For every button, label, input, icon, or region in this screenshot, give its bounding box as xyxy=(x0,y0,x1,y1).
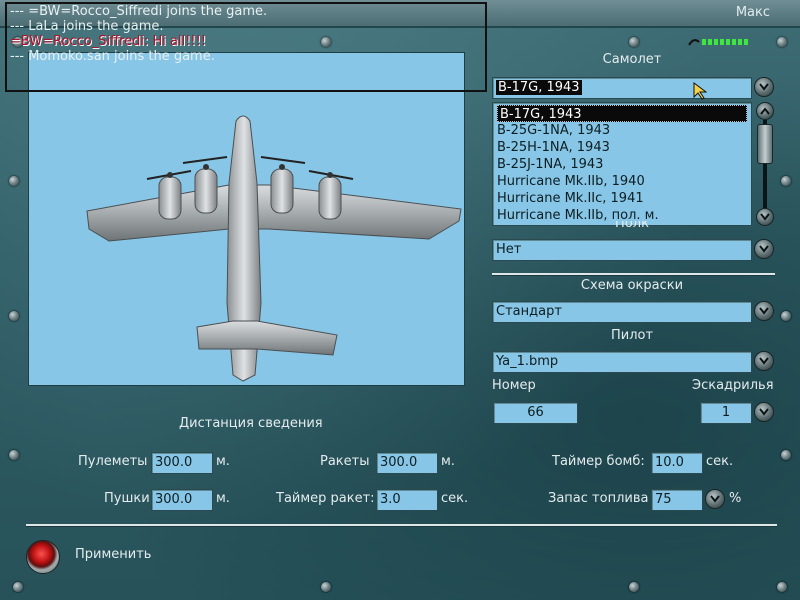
machineguns-unit: м. xyxy=(216,454,230,469)
rivet-icon xyxy=(781,176,791,186)
list-item[interactable]: Hurricane Mk.IIc, 1941 xyxy=(493,190,751,207)
list-item[interactable]: B-17G, 1943 xyxy=(497,105,747,122)
chat-line: =BW=Rocco_Siffredi: Hi all!!!! xyxy=(10,34,207,49)
connection-indicator xyxy=(688,37,748,47)
divider xyxy=(26,524,777,526)
aircraft-selected-value: B-17G, 1943 xyxy=(496,80,582,95)
rivet-icon xyxy=(13,582,23,592)
chevron-down-icon xyxy=(759,307,769,315)
chevron-down-icon xyxy=(760,213,770,221)
cursor-icon xyxy=(693,82,707,100)
chat-log: --- =BW=Rocco_Siffredi joins the game. -… xyxy=(5,2,487,92)
fuel-dropdown-button[interactable] xyxy=(705,489,725,509)
aircraft-list[interactable]: B-17G, 1943 B-25G-1NA, 1943 B-25H-1NA, 1… xyxy=(492,102,752,226)
fuel-input[interactable]: 75 xyxy=(651,489,703,511)
rocket-timer-input[interactable]: 3.0 xyxy=(376,489,438,511)
fuel-unit: % xyxy=(729,491,742,506)
rocket-timer-unit: сек. xyxy=(441,491,469,506)
divider xyxy=(492,273,775,275)
aircraft-preview xyxy=(28,52,465,386)
aircraft-image xyxy=(86,115,462,382)
convergence-title: Дистанция сведения xyxy=(179,416,323,431)
aircraft-dropdown-button[interactable] xyxy=(754,77,774,97)
paint-dropdown-button[interactable] xyxy=(754,301,774,321)
chevron-down-icon xyxy=(710,495,720,503)
rockets-label: Ракеты xyxy=(320,454,370,469)
apply-label: Применить xyxy=(75,547,152,562)
plug-icon xyxy=(688,39,700,46)
list-item[interactable]: B-25G-1NA, 1943 xyxy=(493,122,751,139)
weapons-select[interactable]: Нет xyxy=(492,239,752,261)
paint-scheme-select[interactable]: Стандарт xyxy=(492,301,752,323)
rocket-timer-label: Таймер ракет: xyxy=(276,491,375,506)
paint-scheme-label: Схема окраски xyxy=(580,278,684,293)
rivet-icon xyxy=(9,311,19,321)
chevron-down-icon xyxy=(759,408,769,416)
aircraft-label: Самолет xyxy=(602,52,662,67)
weapons-dropdown-button[interactable] xyxy=(754,239,774,259)
pilot-label: Пилот xyxy=(610,328,654,343)
rivet-icon xyxy=(781,311,791,321)
rivet-icon xyxy=(9,450,19,460)
chevron-down-icon xyxy=(759,357,769,365)
chat-line: --- LaLa joins the game. xyxy=(10,19,164,34)
chevron-down-icon xyxy=(759,83,769,91)
cannons-label: Пушки xyxy=(104,491,150,506)
chat-line: --- =BW=Rocco_Siffredi joins the game. xyxy=(10,4,268,19)
bomb-timer-input[interactable]: 10.0 xyxy=(651,452,703,474)
aircraft-list-scrollbar[interactable] xyxy=(756,102,774,226)
scroll-up-button[interactable] xyxy=(756,102,774,120)
rivet-icon xyxy=(321,582,331,592)
rockets-unit: м. xyxy=(441,454,455,469)
aircraft-select[interactable]: B-17G, 1943 xyxy=(492,77,752,99)
squadron-label: Эскадрилья xyxy=(692,378,774,393)
chat-line: --- Momoko.san joins the game. xyxy=(10,49,215,64)
bomb-timer-label: Таймер бомб: xyxy=(552,454,645,469)
fuel-label: Запас топлива xyxy=(548,491,649,506)
chevron-up-icon xyxy=(760,107,770,115)
rivet-icon xyxy=(777,37,787,47)
user-name: Макс xyxy=(735,5,770,20)
pilot-dropdown-button[interactable] xyxy=(754,351,774,371)
number-input[interactable]: 66 xyxy=(493,402,578,424)
scroll-thumb[interactable] xyxy=(757,124,773,164)
cannons-input[interactable]: 300.0 xyxy=(151,489,213,511)
apply-button[interactable] xyxy=(26,540,60,574)
rivet-icon xyxy=(629,37,639,47)
squadron-input[interactable]: 1 xyxy=(700,402,752,424)
rivet-icon xyxy=(629,582,639,592)
bomb-timer-unit: сек. xyxy=(706,454,734,469)
chevron-down-icon xyxy=(759,245,769,253)
machineguns-input[interactable]: 300.0 xyxy=(151,452,213,474)
number-label: Номер xyxy=(492,378,536,393)
weapons-label: Полк xyxy=(615,221,649,231)
list-item[interactable]: B-25H-1NA, 1943 xyxy=(493,139,751,156)
rivet-icon xyxy=(9,176,19,186)
cannons-unit: м. xyxy=(216,491,230,506)
rivet-icon xyxy=(777,582,787,592)
list-item[interactable]: B-25J-1NA, 1943 xyxy=(493,156,751,173)
list-item[interactable]: Hurricane Mk.IIb, 1940 xyxy=(493,173,751,190)
squadron-dropdown-button[interactable] xyxy=(754,402,774,422)
rivet-icon xyxy=(781,450,791,460)
machineguns-label: Пулеметы xyxy=(78,454,148,469)
pilot-select[interactable]: Ya_1.bmp xyxy=(492,351,752,373)
rockets-input[interactable]: 300.0 xyxy=(376,452,438,474)
